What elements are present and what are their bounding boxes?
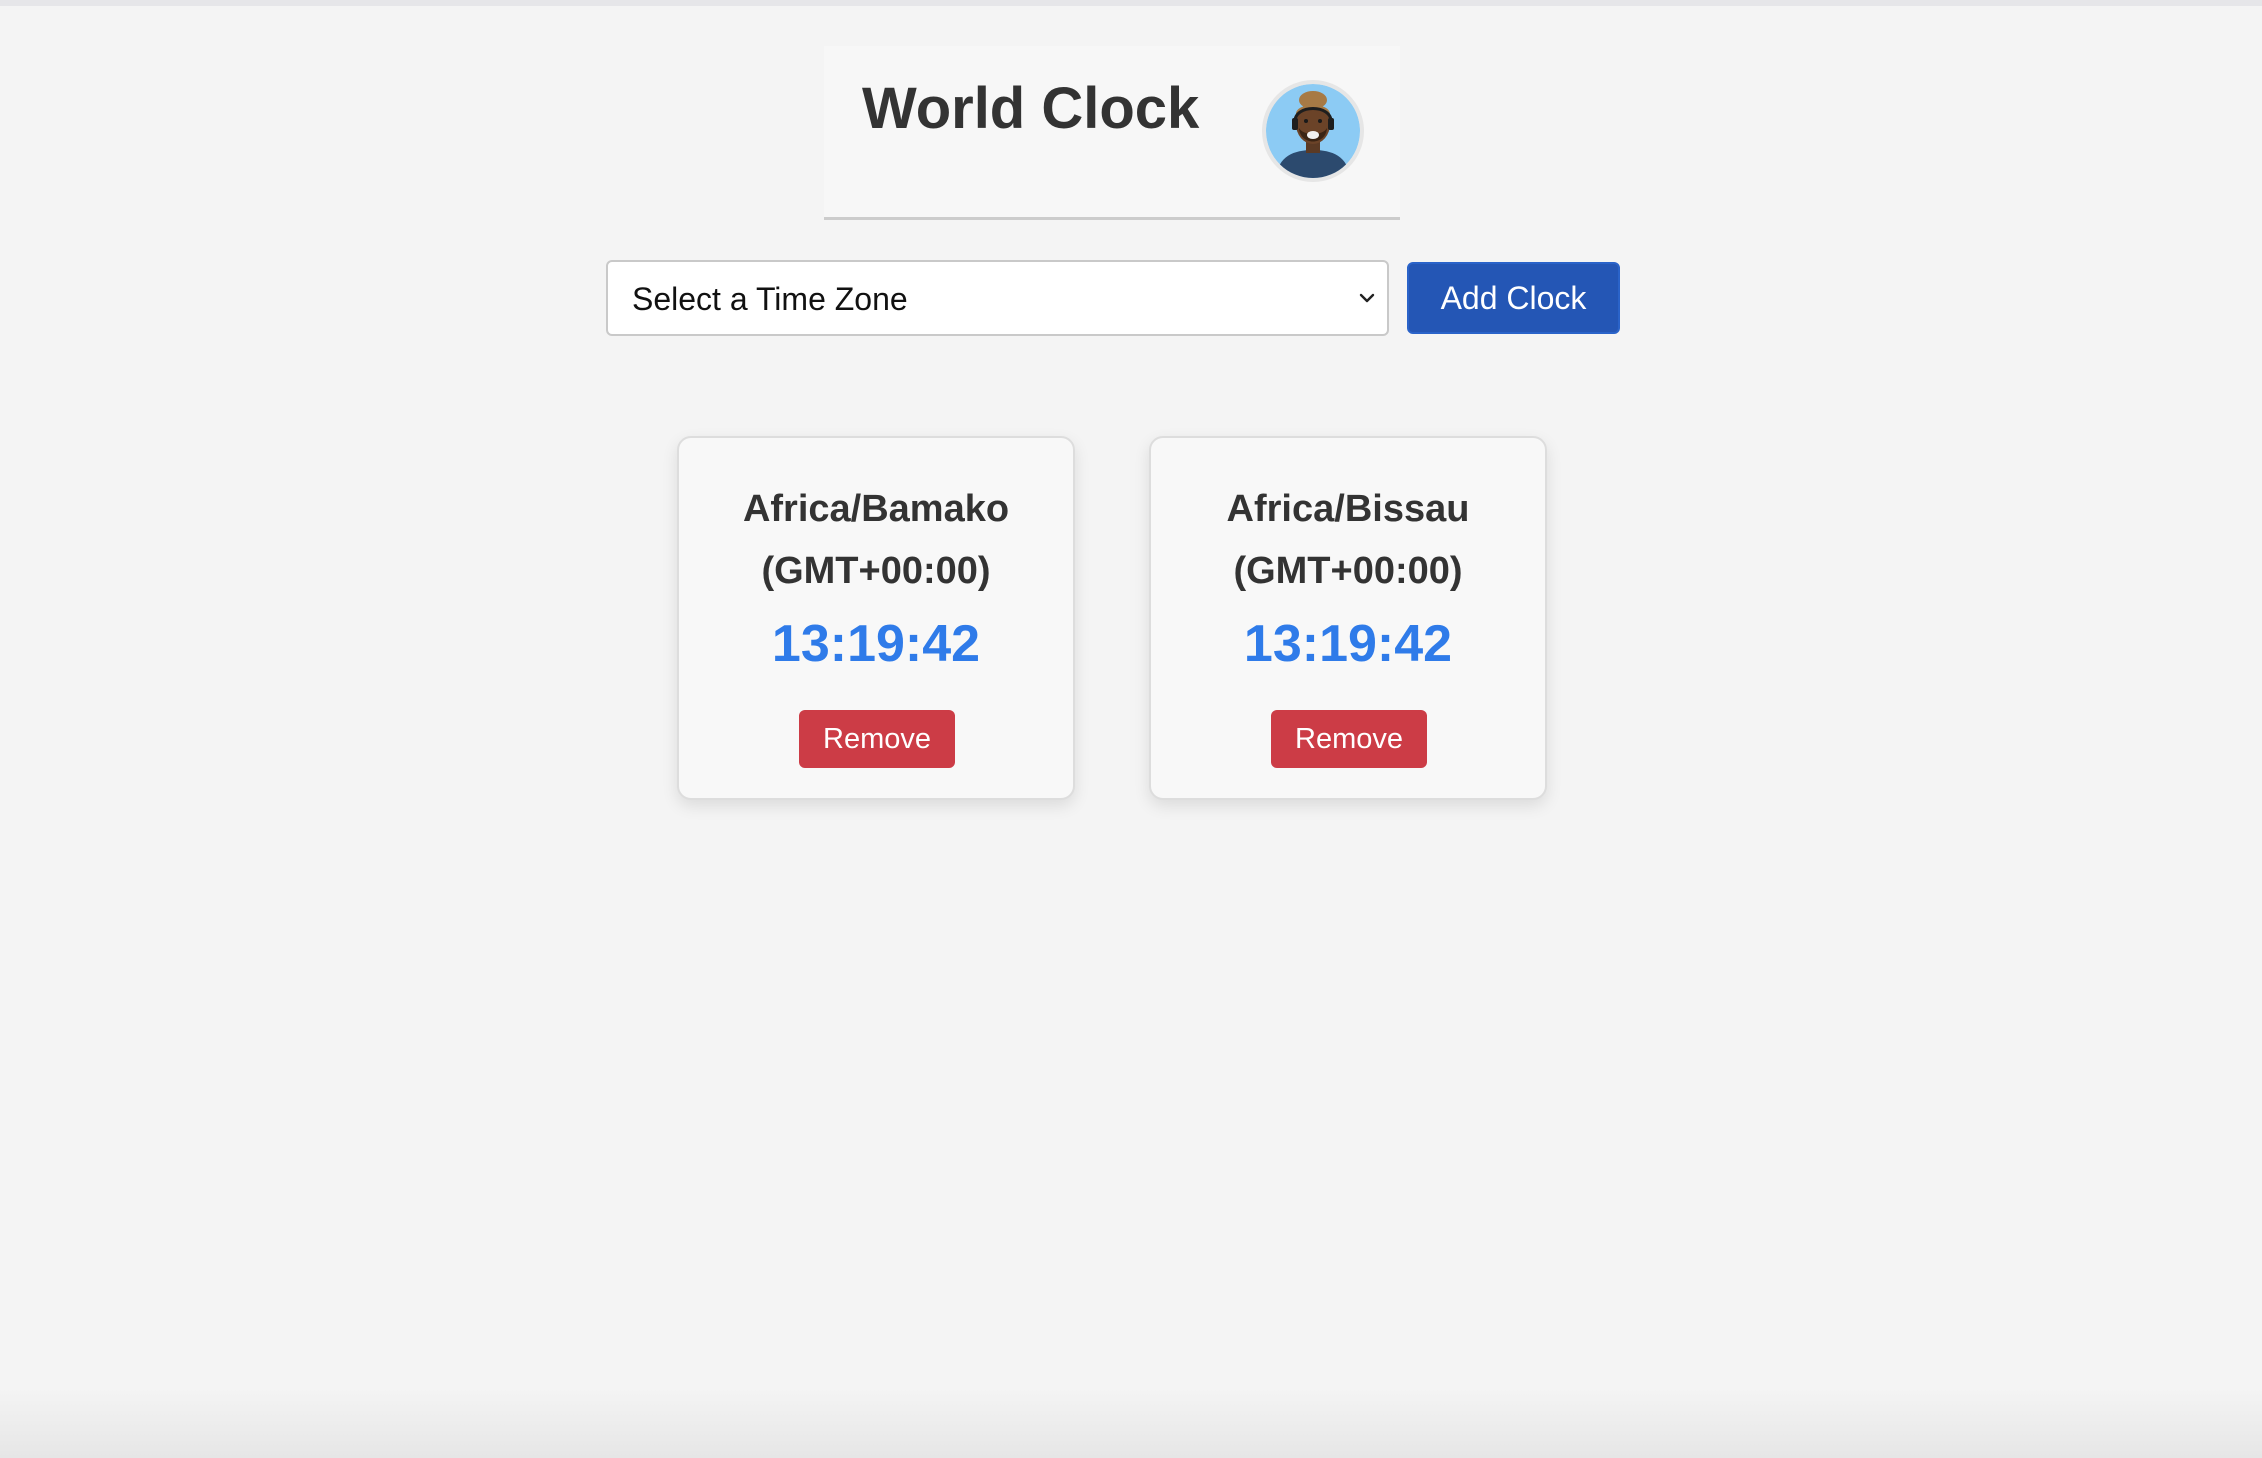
add-clock-button[interactable]: Add Clock — [1407, 262, 1620, 334]
chevron-down-icon — [1359, 293, 1375, 303]
clock-time: 13:19:42 — [1243, 615, 1453, 673]
controls: Select a Time Zone Add Clock — [606, 260, 1620, 336]
clock-title: Africa/Bissau (GMT+00:00) — [1151, 478, 1545, 602]
clock-zone: Africa/Bamako — [742, 488, 1010, 530]
clock-offset: (GMT+00:00) — [761, 550, 991, 592]
clock-title: Africa/Bamako (GMT+00:00) — [679, 478, 1073, 602]
user-avatar-icon — [1266, 84, 1360, 178]
timezone-select-value: Select a Time Zone — [632, 281, 908, 317]
avatar[interactable] — [1262, 80, 1364, 182]
clock-card: Africa/Bissau (GMT+00:00) 13:19:42 Remov… — [1149, 436, 1547, 800]
header: World Clock — [824, 46, 1400, 220]
clock-zone: Africa/Bissau — [1226, 488, 1470, 530]
remove-button[interactable]: Remove — [799, 710, 955, 768]
clock-time: 13:19:42 — [771, 615, 981, 673]
clock-card: Africa/Bamako (GMT+00:00) 13:19:42 Remov… — [677, 436, 1075, 800]
clock-offset: (GMT+00:00) — [1233, 550, 1463, 592]
top-strip — [0, 0, 2262, 6]
timezone-select[interactable]: Select a Time Zone — [606, 260, 1389, 336]
page-title: World Clock — [862, 76, 1200, 141]
remove-button[interactable]: Remove — [1271, 710, 1427, 768]
bottom-fade — [0, 1388, 2262, 1458]
